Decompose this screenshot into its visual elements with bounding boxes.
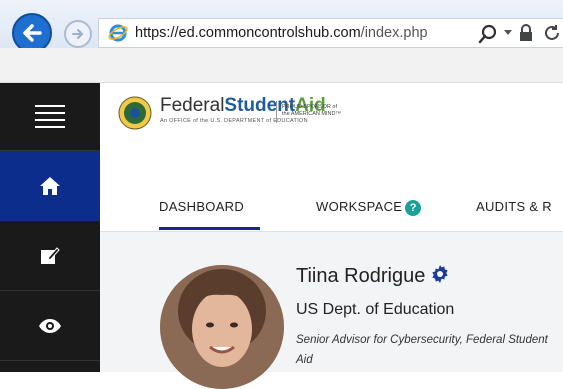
chevron-down-icon[interactable] [504, 30, 512, 35]
tab-workspace[interactable]: WORKSPACE? [316, 199, 422, 216]
home-icon [40, 177, 60, 195]
tab-audits[interactable]: AUDITS & R [476, 199, 552, 214]
refresh-icon[interactable] [543, 24, 561, 42]
profile-job-title: Senior Advisor for Cybersecurity, Federa… [296, 334, 548, 366]
search-icon[interactable] [477, 23, 499, 45]
tab-audits-label: AUDITS & R [476, 199, 552, 214]
tab-dashboard[interactable]: DASHBOARD [159, 199, 244, 214]
hamburger-menu-icon [35, 104, 65, 128]
forward-button[interactable] [64, 20, 92, 48]
browser-address-row: https://ed.commoncontrolshub.com/index.p… [0, 0, 563, 53]
arrow-right-icon [72, 29, 83, 39]
arrow-left-icon [23, 24, 42, 42]
sponsor-line-1: PROUD SPONSOR of [282, 104, 338, 110]
sidebar-menu-button[interactable] [0, 83, 100, 151]
profile-section: Tiina Rodrigue US Dept. of Education Sen… [100, 232, 563, 389]
avatar[interactable] [160, 265, 284, 389]
back-button[interactable] [12, 13, 52, 53]
sidebar-item-home[interactable] [0, 151, 100, 221]
help-icon[interactable]: ? [405, 199, 422, 216]
ie-logo-icon [108, 24, 128, 42]
eye-icon [39, 318, 61, 333]
profile-organization: US Dept. of Education [296, 301, 455, 318]
url-text: https://ed.commoncontrolshub.com/index.p… [135, 25, 428, 41]
sidebar-item-view[interactable] [0, 291, 100, 361]
main-nav: DASHBOARD WORKSPACE? AUDITS & R [100, 151, 563, 232]
profile-photo [160, 265, 284, 389]
site-header: FederalStudentAid An OFFICE of the U.S. … [100, 83, 563, 152]
url-host: https://ed.commoncontrolshub.com [135, 25, 361, 41]
department-seal-icon [118, 96, 152, 130]
brand-name-regular: Federal [160, 95, 225, 116]
sponsor-text: PROUD SPONSOR of the AMERICAN MIND™ [282, 104, 341, 118]
sponsor-line-2: the AMERICAN MIND™ [282, 111, 341, 117]
profile-name-text: Tiina Rodrigue [296, 265, 426, 287]
address-bar[interactable]: https://ed.commoncontrolshub.com/index.p… [98, 18, 563, 48]
browser-tab-row [0, 48, 563, 83]
active-tab-indicator [159, 227, 260, 230]
sidebar [0, 83, 100, 372]
gear-icon[interactable] [430, 264, 450, 284]
url-path: /index.php [360, 25, 428, 41]
brand-divider [276, 101, 277, 123]
tab-workspace-label: WORKSPACE [316, 199, 403, 214]
edit-icon [41, 246, 60, 264]
sidebar-item-edit[interactable] [0, 221, 100, 291]
lock-icon[interactable] [519, 24, 533, 42]
brand-subtitle: An OFFICE of the U.S. DEPARTMENT of EDUC… [160, 118, 308, 124]
tab-dashboard-label: DASHBOARD [159, 199, 245, 214]
profile-name: Tiina Rodrigue [296, 264, 450, 288]
